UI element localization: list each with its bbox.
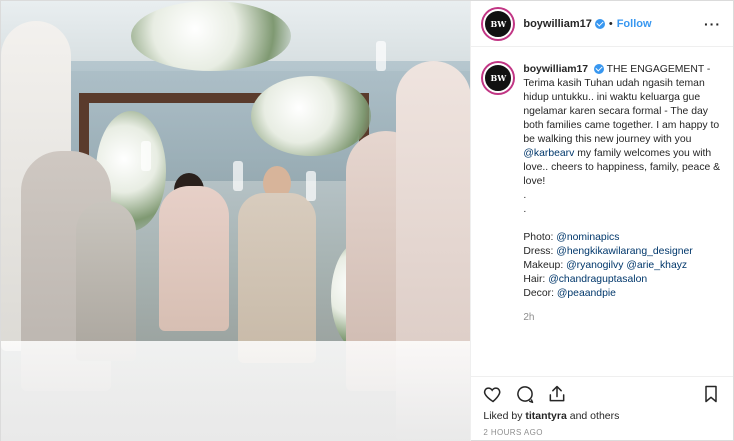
credit-makeup: Makeup: @ryanogilvy @arie_khayz	[523, 260, 688, 271]
dinner-table	[1, 341, 471, 441]
post-photo[interactable]	[1, 1, 471, 441]
action-bar	[471, 376, 733, 410]
follow-button[interactable]: Follow	[617, 18, 652, 30]
credit-decor: Decor: @peaandpie	[523, 288, 616, 299]
caption-text: THE ENGAGEMENT - Terima kasih Tuhan udah…	[523, 64, 720, 145]
groom	[238, 193, 316, 363]
posted-time: 2 HOURS AGO	[483, 428, 543, 437]
likes-line: Liked by titantyra and others	[483, 410, 620, 422]
mention-link[interactable]: @karbearv	[523, 148, 574, 159]
more-icon[interactable]: ···	[704, 16, 721, 32]
caption-username[interactable]: boywilliam17	[523, 64, 588, 75]
comment-icon[interactable]	[515, 384, 535, 404]
caption-avatar[interactable]: BW	[483, 63, 514, 93]
verified-icon	[594, 18, 605, 29]
bookmark-icon[interactable]	[701, 384, 721, 404]
credit-hair: Hair: @chandraguptasalon	[523, 274, 648, 285]
heart-icon[interactable]	[483, 384, 503, 404]
instagram-post: BW boywilliam17 • Follow ··· BW boywilli…	[0, 0, 734, 441]
avatar[interactable]: BW	[483, 8, 514, 39]
credit-photo: Photo: @nominapics	[523, 232, 620, 243]
post-header: BW boywilliam17 • Follow ···	[471, 1, 733, 47]
share-icon[interactable]	[547, 384, 567, 404]
caption-dot: .	[523, 190, 527, 201]
credit-dress: Dress: @hengkikawilarang_designer	[523, 246, 693, 257]
verified-icon	[593, 64, 604, 75]
bride	[159, 186, 229, 331]
caption-dot: .	[523, 204, 527, 215]
caption: BW boywilliam17 THE ENGAGEMENT - Terima …	[471, 47, 733, 376]
caption-age: 2h	[523, 312, 535, 323]
username[interactable]: boywilliam17	[523, 18, 591, 30]
post-sidebar: BW boywilliam17 • Follow ··· BW boywilli…	[470, 1, 733, 441]
liker-username[interactable]: titantyra	[525, 410, 566, 422]
